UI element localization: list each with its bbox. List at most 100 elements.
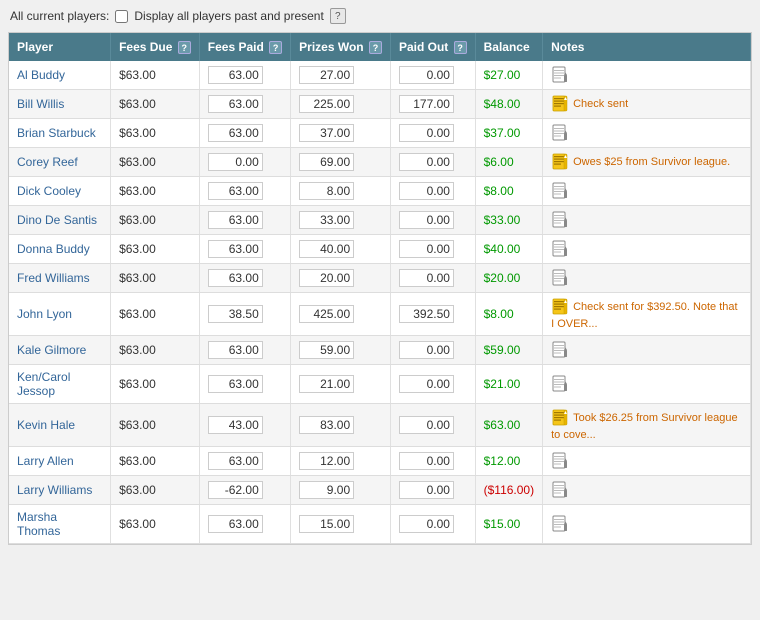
prizes-won-input[interactable]: 59.00 bbox=[299, 341, 354, 359]
paid-out-input[interactable]: 0.00 bbox=[399, 211, 454, 229]
prizes-won-input[interactable]: 225.00 bbox=[299, 95, 354, 113]
paid-out-input[interactable]: 0.00 bbox=[399, 153, 454, 171]
fees-paid-input[interactable]: 63.00 bbox=[208, 211, 263, 229]
paid-out-cell: 177.00 bbox=[390, 90, 475, 119]
fees-paid-input[interactable]: 63.00 bbox=[208, 66, 263, 84]
prizes-won-cell: 40.00 bbox=[291, 235, 391, 264]
help-icon[interactable]: ? bbox=[330, 8, 346, 24]
fees-paid-input[interactable]: 63.00 bbox=[208, 452, 263, 470]
player-name-link[interactable]: Donna Buddy bbox=[17, 242, 90, 256]
player-name-link[interactable]: Dino De Santis bbox=[17, 213, 97, 227]
fees-paid-input[interactable]: 63.00 bbox=[208, 182, 263, 200]
paid-out-input[interactable]: 0.00 bbox=[399, 452, 454, 470]
prizes-won-input[interactable]: 425.00 bbox=[299, 305, 354, 323]
fees-paid-input[interactable]: 63.00 bbox=[208, 124, 263, 142]
note-icon[interactable] bbox=[551, 452, 569, 470]
note-icon[interactable] bbox=[551, 341, 569, 359]
prizes-won-input[interactable]: 33.00 bbox=[299, 211, 354, 229]
fees-paid-input[interactable]: 63.00 bbox=[208, 269, 263, 287]
paid-out-input[interactable]: 0.00 bbox=[399, 341, 454, 359]
paid-out-input[interactable]: 0.00 bbox=[399, 182, 454, 200]
paid-out-input[interactable]: 0.00 bbox=[399, 375, 454, 393]
prizes-won-input[interactable]: 83.00 bbox=[299, 416, 354, 434]
paid-out-help-icon[interactable]: ? bbox=[454, 41, 467, 54]
prizes-won-input[interactable]: 8.00 bbox=[299, 182, 354, 200]
prizes-won-input[interactable]: 40.00 bbox=[299, 240, 354, 258]
fees-paid-input[interactable]: -62.00 bbox=[208, 481, 263, 499]
player-name-link[interactable]: Larry Allen bbox=[17, 454, 74, 468]
paid-out-input[interactable]: 177.00 bbox=[399, 95, 454, 113]
prizes-won-cell: 37.00 bbox=[291, 119, 391, 148]
paid-out-input[interactable]: 0.00 bbox=[399, 124, 454, 142]
notes-cell bbox=[543, 61, 751, 90]
fees-paid-input[interactable]: 43.00 bbox=[208, 416, 263, 434]
player-name-link[interactable]: Dick Cooley bbox=[17, 184, 81, 198]
note-icon[interactable] bbox=[551, 95, 569, 113]
table-row: Marsha Thomas$63.0063.0015.000.00$15.00 bbox=[9, 505, 751, 544]
note-icon[interactable] bbox=[551, 240, 569, 258]
prizes-won-input[interactable]: 27.00 bbox=[299, 66, 354, 84]
fees-paid-input[interactable]: 63.00 bbox=[208, 515, 263, 533]
player-name-link[interactable]: Ken/Carol Jessop bbox=[17, 370, 70, 398]
paid-out-input[interactable]: 0.00 bbox=[399, 240, 454, 258]
prizes-won-cell: 20.00 bbox=[291, 264, 391, 293]
fees-paid-input[interactable]: 38.50 bbox=[208, 305, 263, 323]
note-icon[interactable] bbox=[551, 409, 569, 427]
prizes-won-input[interactable]: 21.00 bbox=[299, 375, 354, 393]
table-row: Donna Buddy$63.0063.0040.000.00$40.00 bbox=[9, 235, 751, 264]
player-name-link[interactable]: Marsha Thomas bbox=[17, 510, 60, 538]
note-icon[interactable] bbox=[551, 182, 569, 200]
fees-paid-input[interactable]: 0.00 bbox=[208, 153, 263, 171]
note-icon[interactable] bbox=[551, 66, 569, 84]
paid-out-cell: 0.00 bbox=[390, 119, 475, 148]
player-name-link[interactable]: Kale Gilmore bbox=[17, 343, 86, 357]
notes-cell bbox=[543, 206, 751, 235]
player-name-link[interactable]: Larry Williams bbox=[17, 483, 92, 497]
player-name-link[interactable]: Al Buddy bbox=[17, 68, 65, 82]
paid-out-input[interactable]: 0.00 bbox=[399, 66, 454, 84]
fees-paid-input[interactable]: 63.00 bbox=[208, 95, 263, 113]
note-icon[interactable] bbox=[551, 298, 569, 316]
note-icon[interactable] bbox=[551, 153, 569, 171]
fees-paid-input[interactable]: 63.00 bbox=[208, 375, 263, 393]
prizes-won-cell: 59.00 bbox=[291, 336, 391, 365]
prizes-won-cell: 69.00 bbox=[291, 148, 391, 177]
prizes-won-input[interactable]: 37.00 bbox=[299, 124, 354, 142]
player-name-link[interactable]: Corey Reef bbox=[17, 155, 78, 169]
fees-due-help-icon[interactable]: ? bbox=[178, 41, 191, 54]
prizes-won-help-icon[interactable]: ? bbox=[369, 41, 382, 54]
fees-paid-help-icon[interactable]: ? bbox=[269, 41, 282, 54]
prizes-won-cell: 21.00 bbox=[291, 365, 391, 404]
note-icon[interactable] bbox=[551, 515, 569, 533]
table-row: Larry Williams$63.00-62.009.000.00($116.… bbox=[9, 476, 751, 505]
paid-out-input[interactable]: 0.00 bbox=[399, 416, 454, 434]
prizes-won-input[interactable]: 9.00 bbox=[299, 481, 354, 499]
paid-out-input[interactable]: 0.00 bbox=[399, 269, 454, 287]
prizes-won-input[interactable]: 15.00 bbox=[299, 515, 354, 533]
table-row: Ken/Carol Jessop$63.0063.0021.000.00$21.… bbox=[9, 365, 751, 404]
player-name-link[interactable]: Brian Starbuck bbox=[17, 126, 96, 140]
balance-cell: $59.00 bbox=[475, 336, 542, 365]
paid-out-input[interactable]: 0.00 bbox=[399, 481, 454, 499]
paid-out-input[interactable]: 392.50 bbox=[399, 305, 454, 323]
paid-out-cell: 0.00 bbox=[390, 476, 475, 505]
fees-paid-input[interactable]: 63.00 bbox=[208, 240, 263, 258]
player-name-link[interactable]: John Lyon bbox=[17, 307, 72, 321]
note-icon[interactable] bbox=[551, 375, 569, 393]
note-text: Check sent bbox=[573, 98, 628, 110]
prizes-won-input[interactable]: 69.00 bbox=[299, 153, 354, 171]
player-name-link[interactable]: Bill Willis bbox=[17, 97, 64, 111]
note-icon[interactable] bbox=[551, 269, 569, 287]
note-icon[interactable] bbox=[551, 211, 569, 229]
fees-paid-input[interactable]: 63.00 bbox=[208, 341, 263, 359]
paid-out-input[interactable]: 0.00 bbox=[399, 515, 454, 533]
prizes-won-input[interactable]: 12.00 bbox=[299, 452, 354, 470]
player-name-link[interactable]: Fred Williams bbox=[17, 271, 90, 285]
note-icon[interactable] bbox=[551, 481, 569, 499]
prizes-won-input[interactable]: 20.00 bbox=[299, 269, 354, 287]
display-all-checkbox[interactable] bbox=[115, 10, 128, 23]
fees-paid-cell: 43.00 bbox=[199, 404, 290, 447]
table-row: Dino De Santis$63.0063.0033.000.00$33.00 bbox=[9, 206, 751, 235]
note-icon[interactable] bbox=[551, 124, 569, 142]
player-name-link[interactable]: Kevin Hale bbox=[17, 418, 75, 432]
